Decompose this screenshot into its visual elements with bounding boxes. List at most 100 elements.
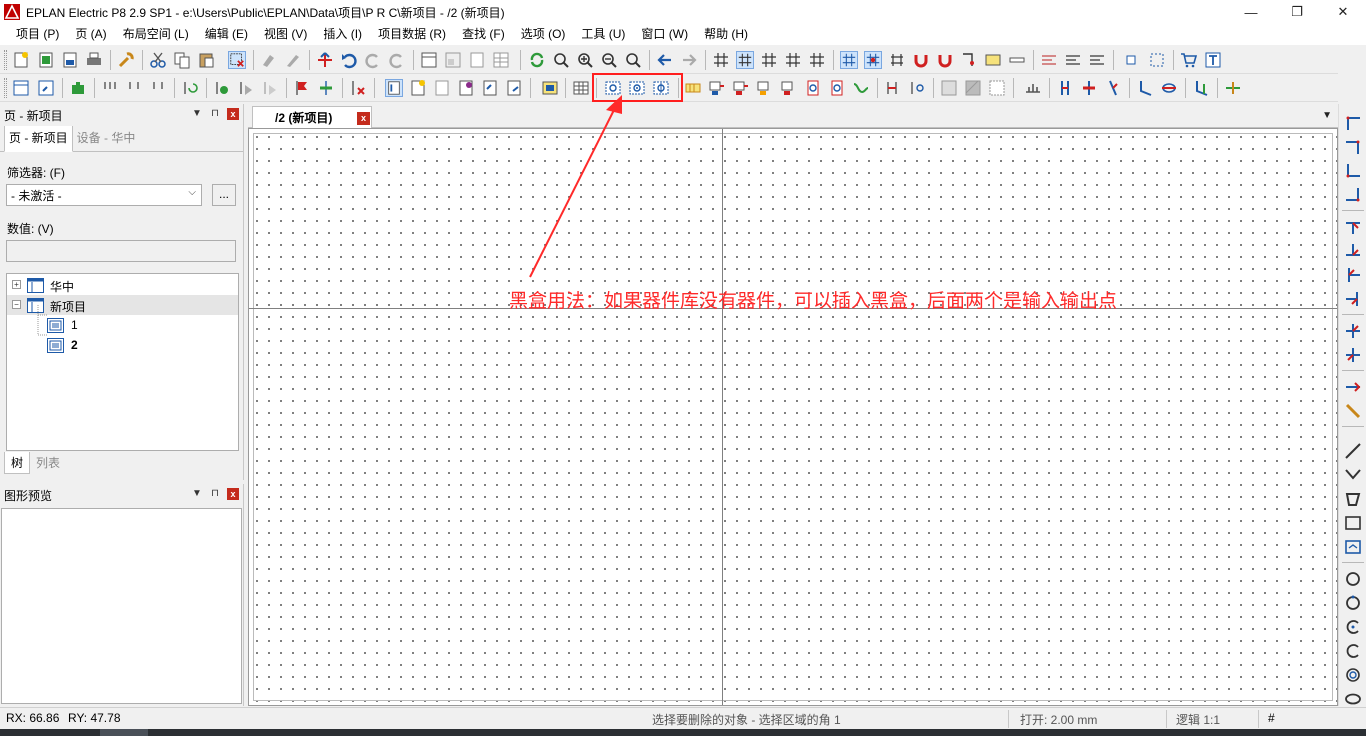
rotate-icon[interactable]: [181, 79, 199, 97]
copy-icon[interactable]: [173, 51, 191, 69]
filter-more-button[interactable]: ...: [212, 184, 236, 206]
terminal-b-icon[interactable]: [732, 79, 750, 97]
corner-bottom-left-icon[interactable]: [1344, 162, 1362, 180]
brush-icon[interactable]: [284, 51, 302, 69]
tab-page-2[interactable]: /2 (新项目) x: [252, 106, 372, 128]
menu-window[interactable]: 窗口 (W): [633, 24, 696, 45]
macro-a-icon[interactable]: [385, 79, 403, 97]
panel-menu-icon[interactable]: ▼: [191, 108, 203, 120]
potential-a-icon[interactable]: [884, 79, 902, 97]
filter-select[interactable]: - 未激活 - ⌵: [6, 184, 202, 206]
intersection-icon[interactable]: [888, 51, 906, 69]
spiral-icon[interactable]: [1344, 666, 1362, 684]
macro-d-icon[interactable]: [457, 79, 475, 97]
menu-project-data[interactable]: 项目数据 (R): [370, 24, 454, 45]
polygon-icon[interactable]: [1344, 490, 1362, 508]
value-input[interactable]: [6, 240, 236, 262]
numbering-123-icon[interactable]: [101, 79, 119, 97]
snap-grid-icon[interactable]: [840, 51, 858, 69]
insert-point-icon[interactable]: [960, 51, 978, 69]
symbol-arrow2-icon[interactable]: [261, 79, 279, 97]
cable-icon[interactable]: [852, 79, 870, 97]
format-painter-icon[interactable]: [260, 51, 278, 69]
grid-b-icon[interactable]: [736, 51, 754, 69]
bar-icon[interactable]: [1008, 51, 1026, 69]
terminal-strip-icon[interactable]: [684, 79, 702, 97]
terminal-c-icon[interactable]: [756, 79, 774, 97]
grid-c-icon[interactable]: [760, 51, 778, 69]
wrench-icon[interactable]: [117, 51, 135, 69]
jumper-b-icon[interactable]: [1080, 79, 1098, 97]
cut-icon[interactable]: [149, 51, 167, 69]
flag-icon[interactable]: [293, 79, 311, 97]
open-project-icon[interactable]: [37, 51, 55, 69]
numbering-sort-icon[interactable]: [149, 79, 167, 97]
image-frame-icon[interactable]: [1344, 538, 1362, 556]
restore-button[interactable]: ❐: [1274, 0, 1320, 24]
delete-selection-icon[interactable]: [228, 51, 246, 69]
toolbar-grip[interactable]: [4, 50, 7, 70]
menu-options[interactable]: 选项 (O): [513, 24, 574, 45]
hatch-b-icon[interactable]: [964, 79, 982, 97]
insert-icon[interactable]: [316, 51, 334, 69]
new-project-icon[interactable]: [12, 51, 30, 69]
forward-arrow-icon[interactable]: [680, 51, 698, 69]
text-lines-a-icon[interactable]: [1040, 51, 1058, 69]
refresh-icon[interactable]: [528, 51, 546, 69]
menu-layout-space[interactable]: 布局空间 (L): [115, 24, 197, 45]
pin-icon[interactable]: ⊓: [209, 488, 221, 500]
corner-top-left-icon[interactable]: [1344, 114, 1362, 132]
rectangle-icon[interactable]: [1344, 514, 1362, 532]
minimize-button[interactable]: —: [1228, 0, 1274, 24]
redo-icon[interactable]: [364, 51, 382, 69]
tee-right-icon[interactable]: [1344, 266, 1362, 284]
cable-shield-icon[interactable]: [1224, 79, 1242, 97]
menu-find[interactable]: 查找 (F): [454, 24, 513, 45]
plug-b-icon[interactable]: [828, 79, 846, 97]
symbol-arrow-icon[interactable]: [237, 79, 255, 97]
device-selection-icon[interactable]: [541, 79, 559, 97]
circle-icon[interactable]: [1344, 570, 1362, 588]
back-arrow-icon[interactable]: [656, 51, 674, 69]
arc-icon[interactable]: [1344, 618, 1362, 636]
jumper-a-icon[interactable]: [1056, 79, 1074, 97]
macro-c-icon[interactable]: [433, 79, 451, 97]
page-new-icon[interactable]: [12, 79, 30, 97]
arc-b-icon[interactable]: [1344, 642, 1362, 660]
terminal-a-icon[interactable]: [708, 79, 726, 97]
macro-e-icon[interactable]: [481, 79, 499, 97]
tee-left-icon[interactable]: [1344, 290, 1362, 308]
tab-pages[interactable]: 页 - 新项目: [4, 124, 73, 152]
numbering-12-icon[interactable]: [125, 79, 143, 97]
macro-b-icon[interactable]: [409, 79, 427, 97]
cart-icon[interactable]: [1180, 51, 1198, 69]
menu-page[interactable]: 页 (A): [67, 24, 114, 45]
tab-devices[interactable]: 设备 - 华中: [73, 125, 140, 151]
potential-b-icon[interactable]: [908, 79, 926, 97]
zoom-fit-icon[interactable]: [624, 51, 642, 69]
angle-a-icon[interactable]: [1136, 79, 1154, 97]
angle-connection-icon[interactable]: [1344, 402, 1362, 420]
cross-b-icon[interactable]: [1344, 346, 1362, 364]
tee-down-icon[interactable]: [1344, 218, 1362, 236]
tree-item-huazhong[interactable]: + 华中: [7, 275, 238, 295]
doc-check-icon[interactable]: [468, 51, 486, 69]
corner-top-right-icon[interactable]: [1344, 138, 1362, 156]
pin-icon[interactable]: ⊓: [209, 108, 221, 120]
text-lines-b-icon[interactable]: [1064, 51, 1082, 69]
ellipse-icon[interactable]: [1344, 690, 1362, 708]
grid-a-icon[interactable]: [712, 51, 730, 69]
expand-icon[interactable]: +: [12, 280, 21, 289]
select-area-icon[interactable]: [1148, 51, 1166, 69]
connection-point-icon[interactable]: [1122, 51, 1140, 69]
toolbar-grip[interactable]: [4, 78, 7, 98]
corner-bottom-right-icon[interactable]: [1344, 186, 1362, 204]
busbar-icon[interactable]: [1024, 79, 1042, 97]
doc-tab-close-icon[interactable]: x: [357, 112, 370, 125]
text-lines-c-icon[interactable]: [1088, 51, 1106, 69]
interruption-point-icon[interactable]: [1344, 378, 1362, 396]
frame-icon[interactable]: [984, 51, 1002, 69]
snap-object-icon[interactable]: [864, 51, 882, 69]
panel-close-icon[interactable]: x: [227, 108, 239, 120]
tab-list-dropdown-icon[interactable]: ▼: [1322, 110, 1332, 121]
